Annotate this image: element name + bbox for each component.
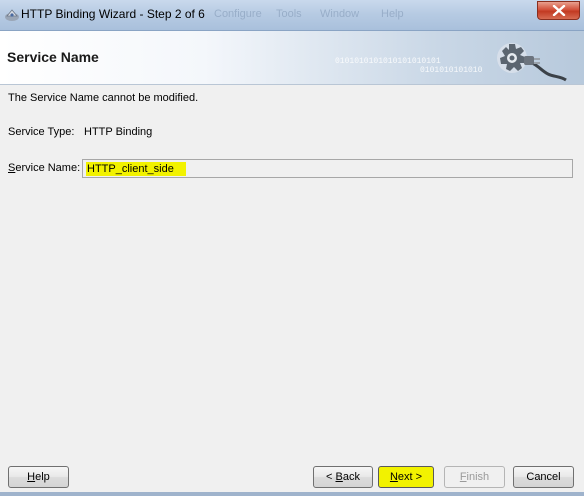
gear-plug-icon: [488, 36, 568, 84]
back-button-mnemonic: B: [335, 471, 343, 483]
service-name-label-rest: ervice Name:: [15, 162, 81, 174]
back-button-label: ack: [342, 471, 360, 483]
window-title: HTTP Binding Wizard - Step 2 of 6: [21, 7, 205, 21]
info-text: The Service Name cannot be modified.: [8, 92, 199, 104]
finish-button-label: inish: [466, 471, 490, 483]
help-button[interactable]: Help: [8, 466, 69, 488]
binary-decoration-2: 0101010101010: [420, 66, 483, 75]
finish-button[interactable]: Finish: [444, 466, 505, 488]
close-icon: [552, 5, 566, 16]
next-button-mnemonic: N: [389, 471, 398, 483]
ghost-menu-help: Help: [381, 8, 404, 20]
title-bar[interactable]: HTTP Binding Wizard - Step 2 of 6 Config…: [0, 0, 584, 31]
close-button[interactable]: [537, 1, 580, 20]
back-button[interactable]: < Back: [313, 466, 373, 488]
next-button-label: ext >: [397, 471, 423, 483]
cancel-button[interactable]: Cancel: [513, 466, 574, 488]
service-name-value: HTTP_client_side: [86, 162, 186, 176]
app-icon: [4, 7, 20, 23]
finish-button-mnemonic: F: [459, 471, 467, 483]
window-bottom-border: [0, 492, 584, 496]
next-button[interactable]: Next >: [378, 466, 434, 488]
page-title: Service Name: [7, 49, 99, 65]
wizard-header: Service Name 0101010101010101010101 0101…: [0, 31, 584, 85]
service-type-label: Service Type:: [8, 126, 75, 138]
back-button-prefix: <: [326, 471, 336, 483]
binary-decoration: 0101010101010101010101: [335, 57, 441, 66]
ghost-menu-configure: Configure: [214, 8, 262, 20]
help-button-label: elp: [35, 471, 50, 483]
wizard-window: HTTP Binding Wizard - Step 2 of 6 Config…: [0, 0, 584, 496]
help-button-mnemonic: H: [27, 471, 36, 483]
service-name-label: Service Name:: [8, 162, 80, 174]
ghost-menu-window: Window: [320, 8, 360, 20]
ghost-menu-tools: Tools: [276, 8, 302, 20]
service-type-value: HTTP Binding: [84, 126, 153, 138]
service-name-field[interactable]: HTTP_client_side: [82, 159, 573, 178]
